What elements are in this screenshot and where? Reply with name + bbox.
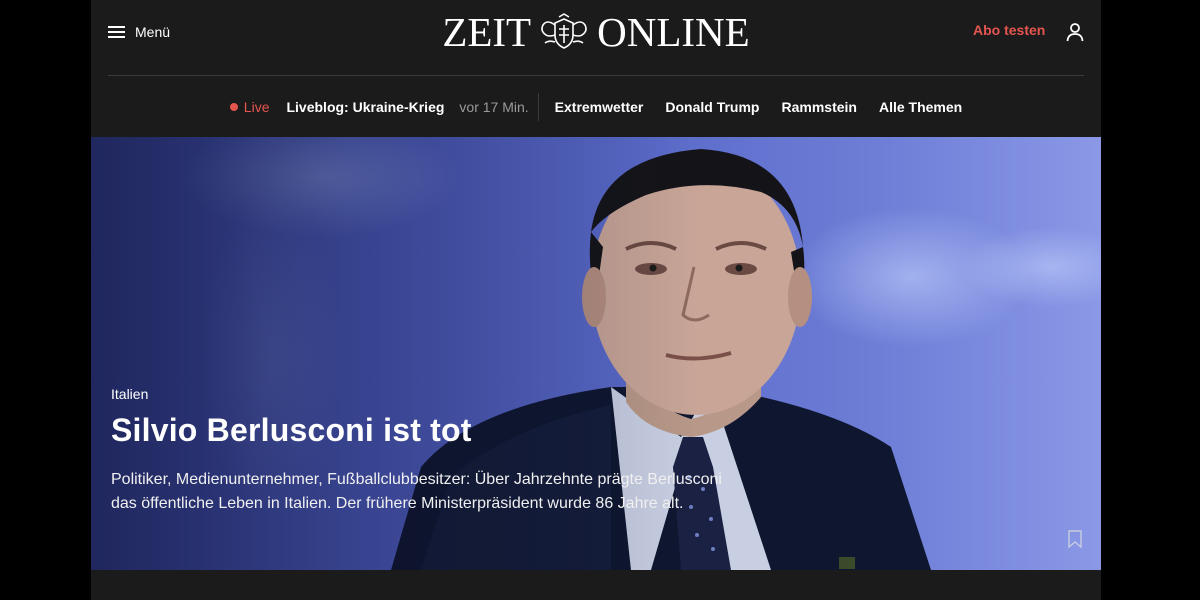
abo-testen-link[interactable]: Abo testen	[973, 22, 1045, 38]
logo-text-zeit: ZEIT	[442, 8, 532, 55]
site-header: Menü ZEIT ONLINE Abo testen	[91, 0, 1101, 75]
topic-extremwetter[interactable]: Extremwetter	[555, 99, 644, 115]
article-teaser: Politiker, Medienunternehmer, Fußballclu…	[111, 471, 722, 512]
hero-teaser[interactable]: Italien Silvio Berlusconi ist tot Politi…	[91, 137, 1101, 570]
article-headline[interactable]: Silvio Berlusconi ist tot	[111, 412, 472, 449]
article-kicker: Italien	[111, 386, 149, 402]
menu-button[interactable]: Menü	[108, 20, 170, 44]
hamburger-menu-icon	[108, 26, 125, 38]
live-label: Live	[243, 98, 270, 115]
topic-liveblog-ukraine[interactable]: Liveblog: Ukraine-Krieg	[286, 99, 444, 115]
crest-icon	[541, 13, 587, 49]
topic-nav: Live Liveblog: Ukraine-Krieg vor 17 Min.…	[91, 76, 1101, 137]
page-container: Menü ZEIT ONLINE Abo testen Live Liveblo…	[91, 0, 1101, 600]
topic-separator	[537, 92, 539, 121]
below-hero-area	[91, 570, 1101, 600]
logo-text-online: ONLINE	[597, 8, 750, 55]
bookmark-icon[interactable]	[1068, 530, 1082, 548]
site-logo[interactable]: ZEIT ONLINE	[434, 8, 758, 55]
topic-rammstein[interactable]: Rammstein	[781, 99, 856, 115]
live-dot-icon	[229, 102, 238, 111]
liveblog-timestamp: vor 17 Min.	[459, 98, 529, 115]
topic-alle-themen[interactable]: Alle Themen	[879, 99, 962, 115]
topic-donald-trump[interactable]: Donald Trump	[665, 99, 759, 115]
user-icon[interactable]	[1066, 22, 1084, 42]
live-indicator: Live	[229, 98, 270, 115]
menu-label: Menü	[135, 24, 171, 40]
